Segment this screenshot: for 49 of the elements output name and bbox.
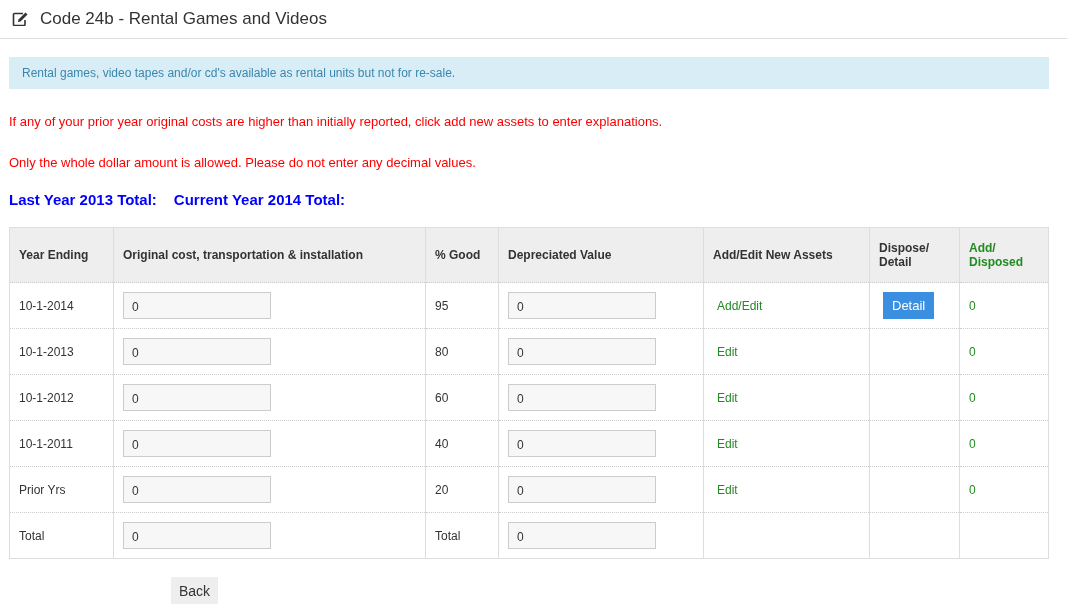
info-banner: Rental games, video tapes and/or cd's available as rental units but not for re-sale. [9, 57, 1049, 89]
column-header: Add/Edit New Assets [703, 227, 870, 283]
edit-link[interactable]: Edit [713, 390, 738, 405]
total-label: Current Year 2014 Total: [173, 191, 346, 208]
table-cell: 95 [425, 282, 499, 329]
edit-link[interactable]: Edit [713, 482, 738, 497]
table-cell: Total [425, 512, 499, 559]
input-field[interactable]: 0 [123, 384, 271, 411]
input-field[interactable]: 0 [123, 292, 271, 319]
warning-text: If any of your prior year original costs are higher than initially reported, click add new assets to enter explanations. [9, 114, 664, 130]
disposed-count: 0 [969, 344, 976, 359]
input-field[interactable]: 0 [508, 522, 656, 549]
column-header: Original cost, transportation & installation [113, 227, 426, 283]
column-header: Depreciated Value [498, 227, 704, 283]
table-cell: Prior Yrs [9, 466, 114, 513]
table-cell: 20 [425, 466, 499, 513]
column-header: Dispose/ Detail [869, 227, 960, 283]
input-field[interactable]: 0 [508, 292, 656, 319]
disposed-count: 0 [969, 436, 976, 451]
input-field[interactable]: 0 [123, 476, 271, 503]
table-cell: 10-1-2013 [9, 328, 114, 375]
input-field[interactable]: 0 [508, 430, 656, 457]
warning-text: Only the whole dollar amount is allowed. Please do not enter any decimal values. [9, 155, 477, 171]
input-field[interactable]: 0 [508, 338, 656, 365]
table-cell: 40 [425, 420, 499, 467]
input-field[interactable]: 0 [508, 384, 656, 411]
table-cell: 60 [425, 374, 499, 421]
table-cell: 10-1-2012 [9, 374, 114, 421]
edit-link[interactable]: Edit [713, 436, 738, 451]
column-header: Add/ Disposed [959, 227, 1049, 283]
disposed-count: 0 [969, 482, 976, 497]
input-field[interactable]: 0 [508, 476, 656, 503]
table-cell: 80 [425, 328, 499, 375]
edit-link[interactable]: Edit [713, 344, 738, 359]
column-header: % Good [425, 227, 499, 283]
page-title: Code 24b - Rental Games and Videos [40, 9, 327, 29]
disposed-count: 0 [969, 298, 976, 313]
disposed-count: 0 [969, 390, 976, 405]
edit-link[interactable]: Add/Edit [713, 298, 763, 313]
table-cell: 10-1-2014 [9, 282, 114, 329]
table-cell: Total [9, 512, 114, 559]
table-cell: 10-1-2011 [9, 420, 114, 467]
column-header: Year Ending [9, 227, 114, 283]
back-button[interactable]: Back [171, 577, 219, 604]
input-field[interactable]: 0 [123, 522, 271, 549]
input-field[interactable]: 0 [123, 338, 271, 365]
total-label: Last Year 2013 Total: [9, 191, 157, 208]
input-field[interactable]: 0 [123, 430, 271, 457]
edit-icon [12, 12, 28, 26]
